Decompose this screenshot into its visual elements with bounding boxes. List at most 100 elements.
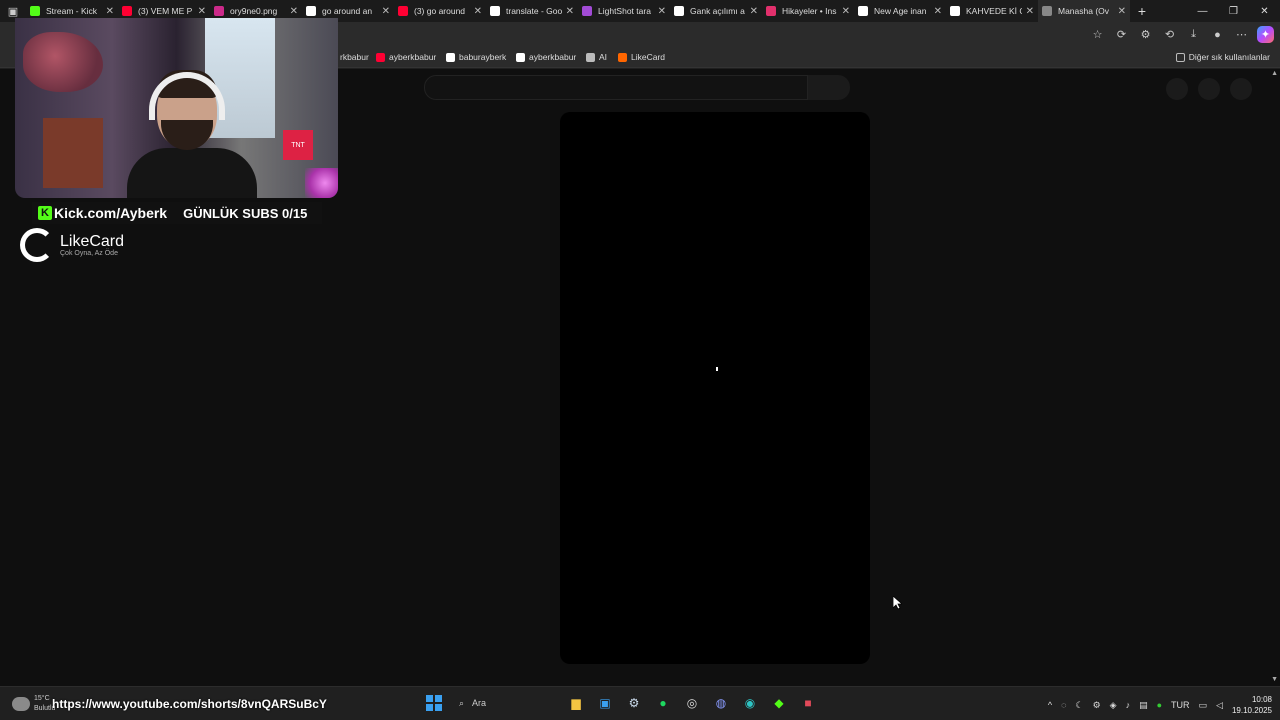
taskbar-search[interactable]: ⌕ Ara bbox=[453, 692, 557, 714]
create-button[interactable] bbox=[1166, 78, 1188, 100]
profile-icon[interactable]: ● bbox=[1209, 26, 1226, 43]
cherry-blossom-painting bbox=[23, 32, 103, 92]
bookmark-label: LikeCard bbox=[631, 52, 666, 62]
google-icon bbox=[490, 6, 500, 16]
close-tab-icon[interactable]: ✕ bbox=[750, 6, 758, 17]
chevron-up-icon[interactable]: ^ bbox=[1048, 700, 1052, 710]
microphone-icon[interactable]: ● bbox=[1157, 700, 1162, 710]
language-indicator[interactable]: TUR bbox=[1171, 700, 1190, 710]
network-icon[interactable]: ▭ bbox=[1199, 700, 1208, 711]
close-tab-icon[interactable]: ✕ bbox=[474, 6, 482, 17]
shelf bbox=[43, 118, 103, 188]
browser-tab[interactable]: KAHVEDE Kİ Ç ✕ bbox=[946, 0, 1038, 22]
tiktok-icon bbox=[516, 52, 525, 62]
minimize-button[interactable]: — bbox=[1187, 6, 1218, 17]
kick-overlay-bar: K Kick.com/Ayberk GÜNLÜK SUBS 0/15 bbox=[32, 202, 322, 224]
other-bookmarks-label: Diğer sık kullanılanlar bbox=[1188, 52, 1270, 62]
shorts-video-player[interactable] bbox=[560, 112, 870, 664]
x-icon bbox=[446, 52, 455, 62]
browser-tab[interactable]: Manasha (Ov ✕ bbox=[1038, 0, 1130, 22]
notifications-button[interactable] bbox=[1198, 78, 1220, 100]
tray-icon-4[interactable]: ▤ bbox=[1139, 700, 1148, 711]
bookmark-item[interactable]: ayberkbabur bbox=[516, 52, 576, 62]
favorite-star-icon[interactable]: ☆ bbox=[1089, 26, 1106, 43]
copilot-icon[interactable]: ✦ bbox=[1257, 26, 1274, 43]
globe-icon bbox=[674, 6, 684, 16]
close-tab-icon[interactable]: ✕ bbox=[290, 6, 298, 17]
download-icon[interactable]: ⤓ bbox=[1185, 26, 1202, 43]
edge-icon[interactable]: ◉ bbox=[740, 692, 760, 714]
tray-icon-1[interactable]: ◌ bbox=[1061, 700, 1066, 710]
cloud-icon bbox=[12, 697, 30, 711]
discord-icon[interactable]: ◍ bbox=[711, 692, 731, 714]
restore-button[interactable]: ❐ bbox=[1218, 6, 1249, 17]
account-avatar[interactable] bbox=[1230, 78, 1252, 100]
close-tab-icon[interactable]: ✕ bbox=[198, 6, 206, 17]
likecard-tagline: Çok Oyna, Az Öde bbox=[60, 249, 118, 257]
history-icon[interactable]: ⟲ bbox=[1161, 26, 1178, 43]
browser-tab[interactable]: (3) go around ✕ bbox=[394, 0, 486, 22]
close-tab-icon[interactable]: ✕ bbox=[1026, 6, 1034, 17]
tray-icon-2[interactable]: ☾ bbox=[1075, 700, 1083, 711]
file-explorer-icon[interactable]: ▆ bbox=[566, 692, 586, 714]
bookmark-item[interactable]: rkbabur bbox=[340, 52, 369, 62]
tab-label: ory9ne0.png bbox=[230, 6, 278, 16]
clock-date: 19.10.2025 bbox=[1231, 706, 1272, 715]
new-tab-button[interactable]: + bbox=[1130, 3, 1154, 19]
photos-icon[interactable]: ▣ bbox=[595, 692, 615, 714]
scroll-up-arrow[interactable]: ▲ bbox=[1271, 70, 1278, 77]
bookmark-label: AI bbox=[599, 52, 608, 62]
close-tab-icon[interactable]: ✕ bbox=[382, 6, 390, 17]
weather-temp: 15°C bbox=[34, 695, 50, 702]
tray-steam-icon[interactable]: ◈ bbox=[1110, 700, 1117, 711]
likecard-logo-icon bbox=[20, 228, 54, 262]
spotify-icon[interactable]: ● bbox=[653, 692, 673, 714]
weather-widget[interactable]: 15°C Bulutlu bbox=[10, 693, 55, 717]
start-button[interactable] bbox=[424, 692, 444, 714]
clock-time: 10:08 bbox=[1251, 695, 1272, 704]
youtube-icon bbox=[398, 6, 408, 16]
kick-app-icon[interactable]: ◆ bbox=[769, 692, 789, 714]
youtube-search-button[interactable] bbox=[808, 75, 850, 100]
youtube-search-input[interactable] bbox=[424, 75, 808, 100]
volume-tray-icon[interactable]: ♪ bbox=[1126, 700, 1131, 710]
close-tab-icon[interactable]: ✕ bbox=[934, 6, 942, 17]
speaker-icon[interactable]: ◁ bbox=[1216, 700, 1223, 711]
kick-url-text: Kick.com/Ayberk bbox=[54, 205, 168, 221]
tray-icon-3[interactable]: ⚙ bbox=[1093, 700, 1101, 711]
close-tab-icon[interactable]: ✕ bbox=[566, 6, 574, 17]
browser-tab[interactable]: Gank açılımı a ✕ bbox=[670, 0, 762, 22]
globe-icon bbox=[858, 6, 868, 16]
close-tab-icon[interactable]: ✕ bbox=[106, 6, 114, 17]
close-window-button[interactable]: ✕ bbox=[1249, 6, 1280, 17]
tab-label: go around an bbox=[322, 6, 373, 16]
obs-icon[interactable]: ◎ bbox=[682, 692, 702, 714]
folder-icon bbox=[1175, 52, 1185, 62]
tab-label: KAHVEDE Kİ Ç bbox=[966, 6, 1022, 16]
tab-label: Gank açılımı a bbox=[690, 6, 745, 16]
browser-tab[interactable]: translate - Goo ✕ bbox=[486, 0, 578, 22]
app-red-icon[interactable]: ■ bbox=[798, 692, 818, 714]
close-tab-icon[interactable]: ✕ bbox=[658, 6, 666, 17]
bookmark-item[interactable]: LikeCard bbox=[618, 52, 665, 62]
streamer bbox=[127, 68, 257, 198]
refresh-icon[interactable]: ⟳ bbox=[1113, 26, 1130, 43]
bookmark-label: ayberkbabur bbox=[529, 52, 577, 62]
other-bookmarks-folder[interactable]: Diğer sık kullanılanlar bbox=[1175, 52, 1270, 62]
tab-label: translate - Goo bbox=[506, 6, 562, 16]
scroll-down-arrow[interactable]: ▼ bbox=[1271, 676, 1278, 683]
extensions-icon[interactable]: ⚙ bbox=[1137, 26, 1154, 43]
more-menu-icon[interactable]: ⋯ bbox=[1233, 26, 1250, 43]
steam-icon[interactable]: ⚙ bbox=[624, 692, 644, 714]
tab-label: Stream - Kick bbox=[46, 6, 98, 16]
close-tab-icon[interactable]: ✕ bbox=[842, 6, 850, 17]
bookmark-item[interactable]: baburayberk bbox=[446, 52, 506, 62]
instagram-icon bbox=[766, 6, 776, 16]
browser-tab[interactable]: Hikayeler • Ins ✕ bbox=[762, 0, 854, 22]
browser-tab[interactable]: LightShot tara ✕ bbox=[578, 0, 670, 22]
bookmark-item[interactable]: ayberkbabur bbox=[376, 52, 436, 62]
browser-tab[interactable]: New Age inan ✕ bbox=[854, 0, 946, 22]
bookmark-item[interactable]: AI bbox=[586, 52, 607, 62]
clock[interactable]: 10:08 19.10.2025 bbox=[1232, 694, 1272, 716]
close-tab-icon[interactable]: ✕ bbox=[1118, 6, 1126, 17]
